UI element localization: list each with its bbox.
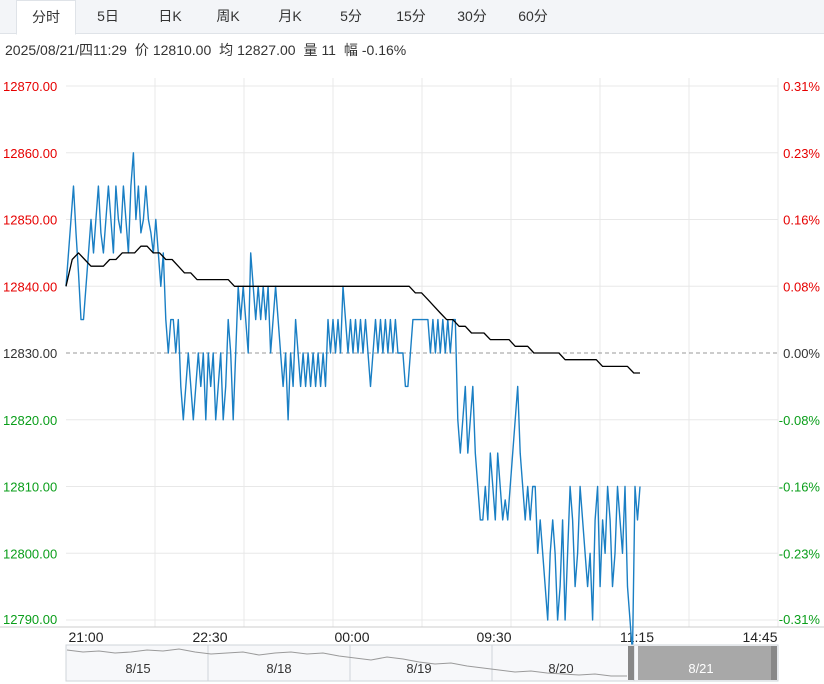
navigator-date-label: 8/20: [548, 661, 573, 676]
navigator-date-label: 8/19: [406, 661, 431, 676]
navigator-handle-left: [628, 646, 634, 680]
navigator-date-label: 8/18: [266, 661, 291, 676]
pct-axis-tick-label: -0.16%: [779, 480, 821, 495]
pct-axis-tick-label: -0.31%: [779, 612, 821, 627]
intraday-chart: 12870.00 0.31% 12860.00 0.23% 12850.00 0.16% 1…: [0, 78, 824, 682]
avg-price-line: [65, 245, 640, 374]
x-axis-tick-label: 21:00: [68, 629, 103, 645]
y-axis-tick-label: 12830.00: [3, 346, 57, 361]
pct-axis-tick-label: -0.23%: [779, 546, 821, 561]
pct-axis-tick-label: 0.23%: [783, 146, 820, 161]
navigator-date-label: 8/21: [688, 661, 713, 676]
x-axis-tick-label: 14:45: [742, 629, 777, 645]
y-axis-tick-label: 12870.00: [3, 79, 57, 94]
navigator-date-label: 8/15: [125, 661, 150, 676]
x-axis-tick-label: 22:30: [192, 629, 227, 645]
x-axis-tick-label: 00:00: [334, 629, 369, 645]
y-axis-tick-label: 12850.00: [3, 213, 57, 228]
price-line: [65, 152, 641, 655]
pct-axis-tick-label: -0.08%: [779, 413, 821, 428]
y-axis-tick-label: 12800.00: [3, 546, 57, 561]
y-axis-tick-label: 12820.00: [3, 413, 57, 428]
navigator-handle-right: [771, 646, 777, 680]
pct-axis-tick-label: 0.00%: [783, 346, 820, 361]
x-axis-tick-label: 09:30: [476, 629, 511, 645]
pct-axis-tick-label: 0.08%: [783, 279, 820, 294]
pct-axis-tick-label: 0.31%: [783, 79, 820, 94]
y-axis-tick-label: 12860.00: [3, 146, 57, 161]
y-axis-tick-label: 12840.00: [3, 279, 57, 294]
y-axis-tick-label: 12810.00: [3, 480, 57, 495]
pct-axis-tick-label: 0.16%: [783, 213, 820, 228]
x-axis-tick-label: 11:15: [620, 629, 654, 645]
y-axis-tick-label: 12790.00: [3, 612, 57, 627]
